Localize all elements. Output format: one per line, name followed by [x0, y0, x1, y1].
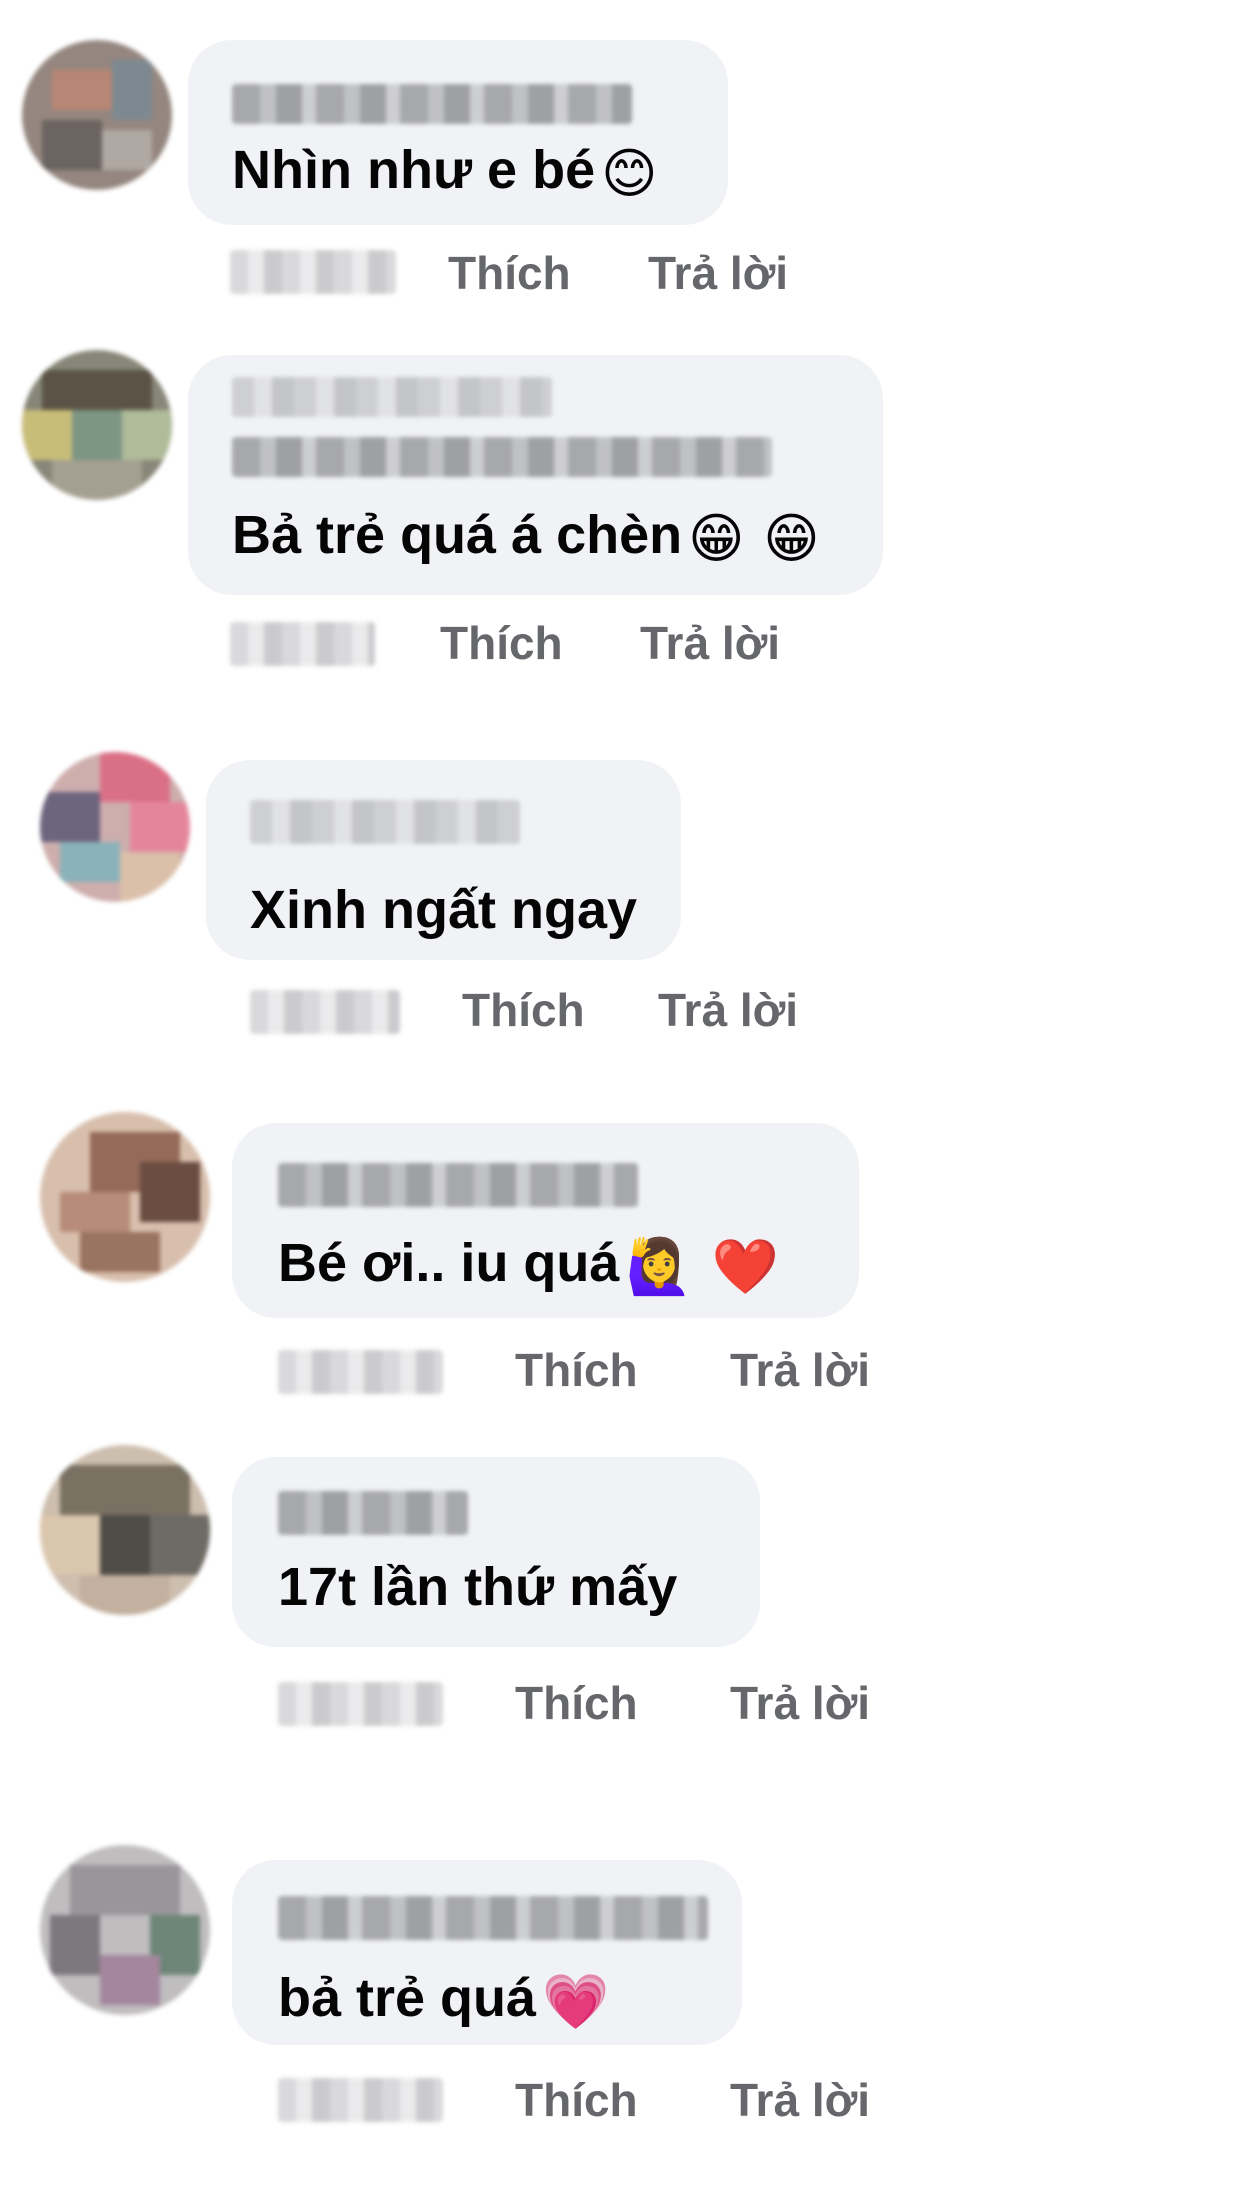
comment-body: bả trẻ quá [278, 1968, 537, 2028]
commenter-name-redacted[interactable] [232, 377, 552, 417]
like-button[interactable]: Thích [448, 248, 571, 298]
reply-button[interactable]: Trả lời [640, 618, 780, 668]
comment-body: 17t lần thứ mấy [278, 1557, 678, 1617]
comment-bubble: Bả trẻ quá á chèn 😁 😁 [188, 355, 883, 595]
comment-body: Bả trẻ quá á chèn [232, 505, 683, 565]
grinning-face-emoji-icon: 😁 😁 [688, 506, 820, 570]
comment-bubble: bả trẻ quá 💗 [232, 1860, 742, 2045]
commenter-name-redacted[interactable] [232, 84, 632, 124]
commenter-name-redacted[interactable] [278, 1896, 708, 1940]
avatar[interactable] [22, 40, 172, 190]
comment-timestamp-redacted [230, 622, 375, 666]
like-button[interactable]: Thích [440, 618, 563, 668]
reply-button[interactable]: Trả lời [730, 1678, 870, 1728]
comment-text: Bả trẻ quá á chèn 😁 😁 [232, 505, 820, 569]
avatar[interactable] [40, 1445, 210, 1615]
reply-button[interactable]: Trả lời [648, 248, 788, 298]
commenter-name-redacted[interactable] [278, 1491, 468, 1535]
comment-bubble: 17t lần thứ mấy [232, 1457, 760, 1647]
comment-timestamp-redacted [250, 990, 400, 1034]
comment-bubble: Bé ơi.. iu quá 🙋‍♀️ ❤️ [232, 1123, 859, 1318]
comment-text: Bé ơi.. iu quá 🙋‍♀️ ❤️ [278, 1233, 779, 1297]
comment-text: Nhìn như e bé 😊 [232, 140, 657, 204]
avatar[interactable] [22, 350, 172, 500]
comment-timestamp-redacted [278, 1350, 443, 1394]
raising-hand-and-heart-emoji-icon: 🙋‍♀️ ❤️ [625, 1234, 779, 1298]
reply-button[interactable]: Trả lời [730, 2075, 870, 2125]
comment-text: bả trẻ quá 💗 [278, 1968, 609, 2032]
comment-text: Xinh ngất ngay [250, 880, 637, 940]
reply-button[interactable]: Trả lời [658, 985, 798, 1035]
commenter-name-redacted[interactable] [278, 1163, 638, 1207]
reply-button[interactable]: Trả lời [730, 1345, 870, 1395]
like-button[interactable]: Thích [462, 985, 585, 1035]
comment-timestamp-redacted [230, 250, 396, 294]
avatar[interactable] [40, 752, 190, 902]
avatar[interactable] [40, 1845, 210, 2015]
like-button[interactable]: Thích [515, 1678, 638, 1728]
comment-timestamp-redacted [278, 2078, 443, 2122]
like-button[interactable]: Thích [515, 2075, 638, 2125]
comment-text: 17t lần thứ mấy [278, 1557, 677, 1617]
smiling-face-emoji-icon: 😊 [601, 141, 658, 205]
comment-bubble: Xinh ngất ngay [206, 760, 681, 960]
comment-body: Xinh ngất ngay [250, 880, 638, 940]
like-button[interactable]: Thích [515, 1345, 638, 1395]
commenter-name-redacted[interactable] [250, 800, 520, 844]
comment-body: Bé ơi.. iu quá [278, 1233, 620, 1293]
commenter-name-redacted[interactable] [232, 437, 772, 477]
avatar[interactable] [40, 1112, 210, 1282]
comment-bubble: Nhìn như e bé 😊 [188, 40, 728, 225]
comment-body: Nhìn như e bé [232, 140, 596, 200]
comment-timestamp-redacted [278, 1682, 443, 1726]
growing-heart-emoji-icon: 💗 [542, 1969, 610, 2033]
